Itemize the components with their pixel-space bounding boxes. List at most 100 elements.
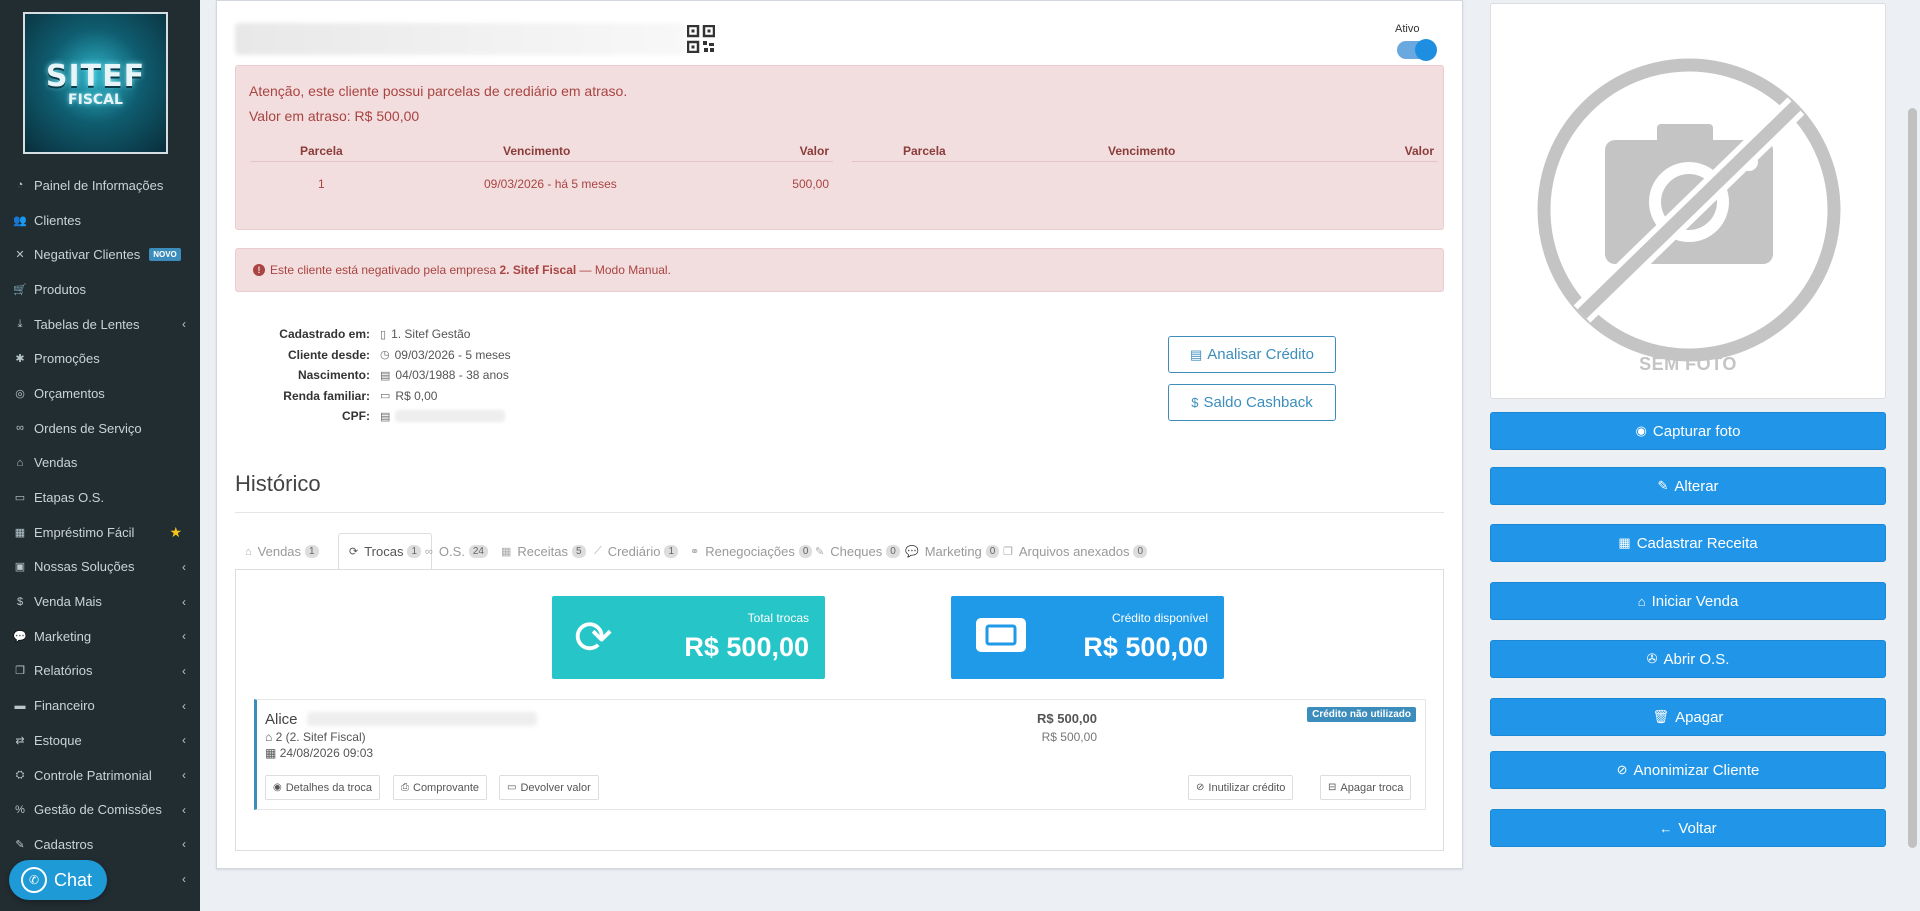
tab-o-s-[interactable]: ∞ O.S. 24 [415,533,498,570]
sidebar-item-13[interactable]: 💬 Marketing ‹ [0,619,200,654]
col-valor: Valor [1404,144,1434,158]
user-slash-icon: ⊘ [1616,762,1628,777]
analyze-credit-label: Analisar Crédito [1207,346,1314,363]
delete-troca-label: Apagar troca [1340,781,1404,794]
chevron-left-icon: ‹ [182,559,186,574]
credit-available-box: Crédito disponível R$ 500,00 [951,596,1224,679]
ticket-icon [973,612,1029,667]
sidebar-item-3[interactable]: 🛒 Produtos [0,272,200,307]
action-label: Apagar [1675,708,1724,726]
action-iniciar-venda-button[interactable]: ⌂ Iniciar Venda [1490,582,1886,620]
qr-code-icon[interactable] [687,25,715,53]
sidebar-item-8[interactable]: ⌂ Vendas [0,446,200,481]
credit-available-label: Crédito disponível [1111,611,1208,625]
logo-subtext: FISCAL [68,91,123,108]
sidebar-item-2[interactable]: ✕ Negativar Clientes NOVO [0,237,200,272]
total-trocas-box: ⟳ Total trocas R$ 500,00 [552,596,825,679]
active-label: Ativo [1395,23,1420,35]
action-alterar-button[interactable]: ✎ Alterar [1490,467,1886,505]
sidebar-item-5[interactable]: ✱ Promoções [0,341,200,376]
receipt-button[interactable]: ⎙ Comprovante [393,775,488,800]
refund-label: Devolver valor [520,781,591,794]
sidebar-item-9[interactable]: ▭ Etapas O.S. [0,480,200,515]
table-header: Parcela Vencimento Valor [852,138,1438,162]
sidebar-item-7[interactable]: ∞ Ordens de Serviço [0,411,200,446]
edit-icon: ✎ [15,838,25,851]
basket-icon: ⌂ [245,545,252,558]
void-credit-button[interactable]: ⊘ Inutilizar crédito [1188,775,1294,800]
sidebar: SITEF FISCAL ◔ Painel de Informações 👥 Clie… [0,0,200,911]
tab-credi-rio[interactable]: ⟋ Crediário 1 [584,533,688,570]
tab-label: Marketing [924,544,982,559]
row-valor: 500,00 [792,177,829,191]
action-anonimizar-cliente-button[interactable]: ⊘ Anonimizar Cliente [1490,751,1886,789]
refund-button[interactable]: ▭ Devolver valor [499,775,599,800]
chat-button[interactable]: ✆ Chat [9,860,107,900]
sidebar-item-0[interactable]: ◔ Painel de Informações [0,168,200,203]
active-toggle[interactable] [1397,39,1437,61]
action-voltar-button[interactable]: ← Voltar [1490,809,1886,847]
sidebar-item-12[interactable]: $ Venda Mais ‹ [0,584,200,619]
action-apagar-button[interactable]: 🗑 Apagar [1490,698,1886,736]
chevron-left-icon: ‹ [182,802,186,817]
troca-value-sub: R$ 500,00 [1041,730,1097,744]
building-icon: ▯ [380,328,387,341]
col-valor: Valor [799,144,829,158]
sidebar-item-label: Gestão de Comissões [34,802,162,818]
scrollbar[interactable] [1908,108,1917,848]
asterisk-icon: ✱ [15,353,25,366]
info-value: ◷ 09/03/2026 - 5 meses [380,348,511,362]
troca-store: ⌂ 2 (2. Sitef Fiscal) [265,730,366,744]
divider [235,512,1444,513]
cashback-button[interactable]: $ Saldo Cashback [1168,384,1336,421]
exclamation-icon: ! [253,264,265,276]
action-label: Capturar foto [1652,422,1741,440]
action-cadastrar-receita-button[interactable]: ▦ Cadastrar Receita [1490,524,1886,562]
info-label: Renda familiar: [283,388,370,403]
action-label: Alterar [1674,477,1719,495]
analyze-credit-button[interactable]: ▤ Analisar Crédito [1168,336,1336,373]
sidebar-item-17[interactable]: ⛭ Controle Patrimonial ‹ [0,758,200,793]
sidebar-item-10[interactable]: ▦ Empréstimo Fácil ★ [0,515,200,550]
sidebar-item-19[interactable]: ✎ Cadastros ‹ [0,827,200,862]
comments-icon: 💬 [13,630,27,643]
sidebar-item-label: Negativar Clientes [34,247,141,263]
sidebar-item-4[interactable]: ⤓ Tabelas de Lentes ‹ [0,307,200,342]
cpf-blurred [395,410,506,423]
sidebar-item-15[interactable]: ▬ Financeiro ‹ [0,688,200,723]
info-value: ▭ R$ 0,00 [380,389,437,403]
delete-troca-button[interactable]: ⊟ Apagar troca [1320,775,1412,800]
camera-icon: ◉ [1635,423,1647,438]
app-logo[interactable]: SITEF FISCAL [23,12,168,154]
action-capturar-foto-button[interactable]: ◉ Capturar foto [1490,412,1886,450]
action-label: Abrir O.S. [1663,650,1730,668]
sidebar-item-label: Relatórios [34,663,93,679]
handshake-icon: ⚭ [690,546,700,558]
money-icon: ▭ [507,782,517,793]
user-x-icon: ✕ [15,249,25,262]
overdue-amount: Valor em atraso: R$ 500,00 [249,108,420,124]
col-parcela: Parcela [903,144,946,158]
refresh-icon: ⟳ [574,611,613,663]
support-icon: ◎ [15,387,25,400]
tab-receitas[interactable]: ▦ Receitas 5 [491,533,596,570]
sidebar-item-18[interactable]: % Gestão de Comissões ‹ [0,792,200,827]
action-abrir-o-s--button[interactable]: ✇ Abrir O.S. [1490,640,1886,678]
sidebar-item-6[interactable]: ◎ Orçamentos [0,376,200,411]
sidebar-item-14[interactable]: ❐ Relatórios ‹ [0,654,200,689]
tab-arquivos-anexados[interactable]: ❐ Arquivos anexados 0 [993,533,1157,570]
sidebar-item-16[interactable]: ⇄ Estoque ‹ [0,723,200,758]
chevron-left-icon: ‹ [182,733,186,748]
tab-label: O.S. [438,544,465,559]
ban-icon: ⊘ [1196,782,1205,793]
eye-icon: ◉ [273,782,282,793]
sidebar-item-11[interactable]: ▣ Nossas Soluções ‹ [0,550,200,585]
chevron-left-icon: ‹ [182,872,186,887]
sidebar-item-1[interactable]: 👥 Clientes [0,203,200,238]
glasses-icon: ∞ [16,422,24,435]
troca-details-button[interactable]: ◉ Detalhes da troca [265,775,380,800]
negative-alert: ! Este cliente está negativado pela empr… [235,248,1444,292]
tab-vendas[interactable]: ⌂ Vendas 1 [235,533,329,570]
wrench-icon: ✇ [1646,651,1658,666]
tab-renegocia-es[interactable]: ⚭ Renegociações 0 [680,533,822,570]
